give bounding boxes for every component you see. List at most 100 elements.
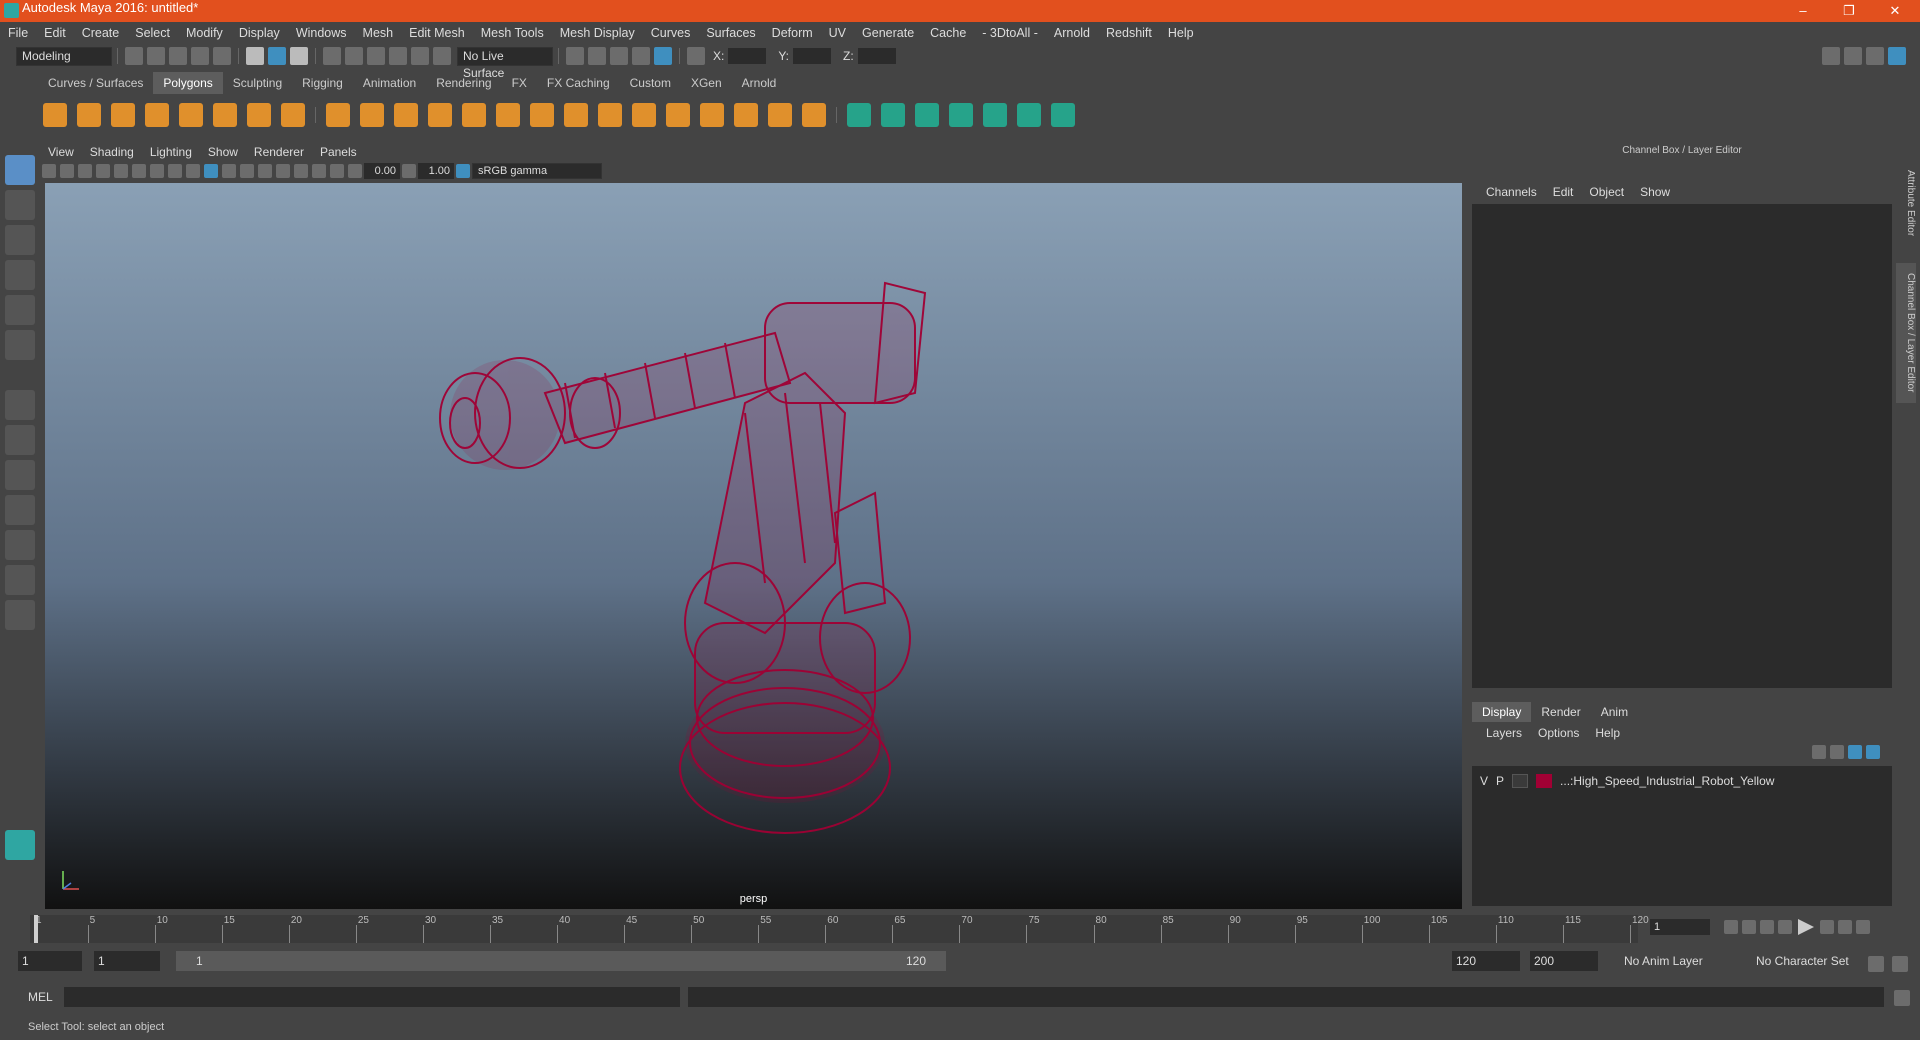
- snap-pivot-icon[interactable]: [433, 47, 451, 65]
- mode-dropdown[interactable]: Modeling: [16, 46, 112, 66]
- cb-menu-object[interactable]: Object: [1581, 185, 1632, 199]
- poly-pipe-icon[interactable]: [281, 103, 305, 127]
- go-to-start-icon[interactable]: [1724, 920, 1738, 934]
- cb-menu-show[interactable]: Show: [1632, 185, 1678, 199]
- xray-icon[interactable]: [258, 164, 272, 178]
- mirror-icon[interactable]: [394, 103, 418, 127]
- y-field[interactable]: [793, 48, 832, 64]
- bookmark-icon[interactable]: [78, 164, 92, 178]
- shelf-tab-fx[interactable]: FX: [502, 72, 537, 94]
- menu-cache[interactable]: Cache: [922, 22, 974, 44]
- edge-loop-icon[interactable]: [700, 103, 724, 127]
- target-weld-icon[interactable]: [632, 103, 656, 127]
- bridge-icon[interactable]: [530, 103, 554, 127]
- le-tab-anim[interactable]: Anim: [1591, 702, 1638, 722]
- render-frame-icon[interactable]: [588, 47, 606, 65]
- lasso-tool-icon[interactable]: [5, 190, 35, 220]
- snap-grid-icon[interactable]: [323, 47, 341, 65]
- anim-layer-dropdown[interactable]: No Anim Layer: [1620, 951, 1740, 971]
- time-slider[interactable]: 1 5 10 15 20 25 30 35 40 45 50 55 60 65 70 75 80 85 90 95 10…: [0, 911, 1920, 945]
- new-layer-icon[interactable]: [1848, 745, 1862, 759]
- play-forward-icon[interactable]: [1798, 919, 1814, 935]
- combine-icon[interactable]: [326, 103, 350, 127]
- cb-menu-channels[interactable]: Channels: [1478, 185, 1545, 199]
- color-management-icon[interactable]: [456, 164, 470, 178]
- channel-box-tab[interactable]: Channel Box / Layer Editor: [1896, 263, 1916, 403]
- graph-layout-icon[interactable]: [5, 530, 35, 560]
- toggle-modeling-toolkit-icon[interactable]: [1822, 47, 1840, 65]
- snap-point-icon[interactable]: [367, 47, 385, 65]
- shelf-tab-animation[interactable]: Animation: [353, 72, 426, 94]
- poly-sphere-icon[interactable]: [43, 103, 67, 127]
- open-scene-icon[interactable]: [147, 47, 165, 65]
- layer-name[interactable]: ...:High_Speed_Industrial_Robot_Yellow: [1560, 774, 1774, 788]
- layout-options-icon[interactable]: [5, 600, 35, 630]
- multi-cut-icon[interactable]: [666, 103, 690, 127]
- uv-spherical-icon[interactable]: [915, 103, 939, 127]
- outliner-layout-icon[interactable]: [5, 495, 35, 525]
- paint-select-tool-icon[interactable]: [5, 225, 35, 255]
- poly-torus-icon[interactable]: [213, 103, 237, 127]
- select-component-icon[interactable]: [290, 47, 308, 65]
- poly-cone-icon[interactable]: [145, 103, 169, 127]
- close-button[interactable]: ✕: [1872, 0, 1918, 22]
- menu-help[interactable]: Help: [1160, 22, 1202, 44]
- boolean-icon[interactable]: [462, 103, 486, 127]
- auto-key-icon[interactable]: [1868, 956, 1884, 972]
- snap-view-icon[interactable]: [389, 47, 407, 65]
- shelf-tab-sculpting[interactable]: Sculpting: [223, 72, 292, 94]
- le-menu-layers[interactable]: Layers: [1478, 726, 1530, 740]
- start-time-field[interactable]: 1: [18, 951, 82, 971]
- z-field[interactable]: [857, 48, 896, 64]
- uv-cut-sew-icon[interactable]: [983, 103, 1007, 127]
- exposure-field[interactable]: 0.00: [364, 163, 400, 179]
- menu-3dtoall[interactable]: - 3DtoAll -: [974, 22, 1046, 44]
- channel-box-area[interactable]: [1472, 204, 1892, 688]
- step-forward-key-icon[interactable]: [1838, 920, 1852, 934]
- menu-select[interactable]: Select: [127, 22, 178, 44]
- select-hierarchy-icon[interactable]: [246, 47, 264, 65]
- snap-curve-icon[interactable]: [345, 47, 363, 65]
- menu-file[interactable]: File: [0, 22, 36, 44]
- vp-menu-renderer[interactable]: Renderer: [246, 145, 312, 159]
- play-backwards-icon[interactable]: [1778, 920, 1792, 934]
- shelf-tab-rendering[interactable]: Rendering: [426, 72, 501, 94]
- vp-menu-show[interactable]: Show: [200, 145, 246, 159]
- shelf-tab-polygons[interactable]: Polygons: [153, 72, 223, 94]
- layer-playback-toggle[interactable]: P: [1496, 774, 1504, 788]
- camera-attributes-icon[interactable]: [60, 164, 74, 178]
- image-plane-icon[interactable]: [96, 164, 110, 178]
- hypershade-icon[interactable]: [654, 47, 672, 65]
- move-layer-down-icon[interactable]: [1830, 745, 1844, 759]
- menu-curves[interactable]: Curves: [643, 22, 699, 44]
- le-menu-help[interactable]: Help: [1587, 726, 1628, 740]
- menu-generate[interactable]: Generate: [854, 22, 922, 44]
- wireframe-icon[interactable]: [204, 164, 218, 178]
- cb-menu-edit[interactable]: Edit: [1545, 185, 1582, 199]
- vp-menu-lighting[interactable]: Lighting: [142, 145, 200, 159]
- two-pane-layout-icon[interactable]: [5, 460, 35, 490]
- film-gate-icon[interactable]: [132, 164, 146, 178]
- menu-mesh[interactable]: Mesh: [355, 22, 402, 44]
- select-object-icon[interactable]: [268, 47, 286, 65]
- menu-display[interactable]: Display: [231, 22, 288, 44]
- poly-cube-icon[interactable]: [77, 103, 101, 127]
- uv-planar-icon[interactable]: [847, 103, 871, 127]
- playback-start-field[interactable]: 1: [94, 951, 160, 971]
- menu-edit[interactable]: Edit: [36, 22, 74, 44]
- command-input[interactable]: [64, 987, 680, 1007]
- four-view-layout-icon[interactable]: [5, 425, 35, 455]
- minimize-button[interactable]: –: [1780, 0, 1826, 22]
- rotate-tool-icon[interactable]: [5, 295, 35, 325]
- snap-surface-icon[interactable]: [411, 47, 429, 65]
- time-slider-bar[interactable]: 1 5 10 15 20 25 30 35 40 45 50 55 60 65 70 75 80 85 90 95 10…: [30, 915, 1649, 943]
- maximize-button[interactable]: ❐: [1826, 0, 1872, 22]
- toggle-channel-box-icon[interactable]: [1888, 47, 1906, 65]
- menu-redshift[interactable]: Redshift: [1098, 22, 1160, 44]
- layer-display-type[interactable]: [1512, 774, 1529, 788]
- poly-pyramid-icon[interactable]: [247, 103, 271, 127]
- uv-cylindrical-icon[interactable]: [881, 103, 905, 127]
- extrude-icon[interactable]: [496, 103, 520, 127]
- command-language-label[interactable]: MEL: [28, 990, 53, 1004]
- undo-icon[interactable]: [191, 47, 209, 65]
